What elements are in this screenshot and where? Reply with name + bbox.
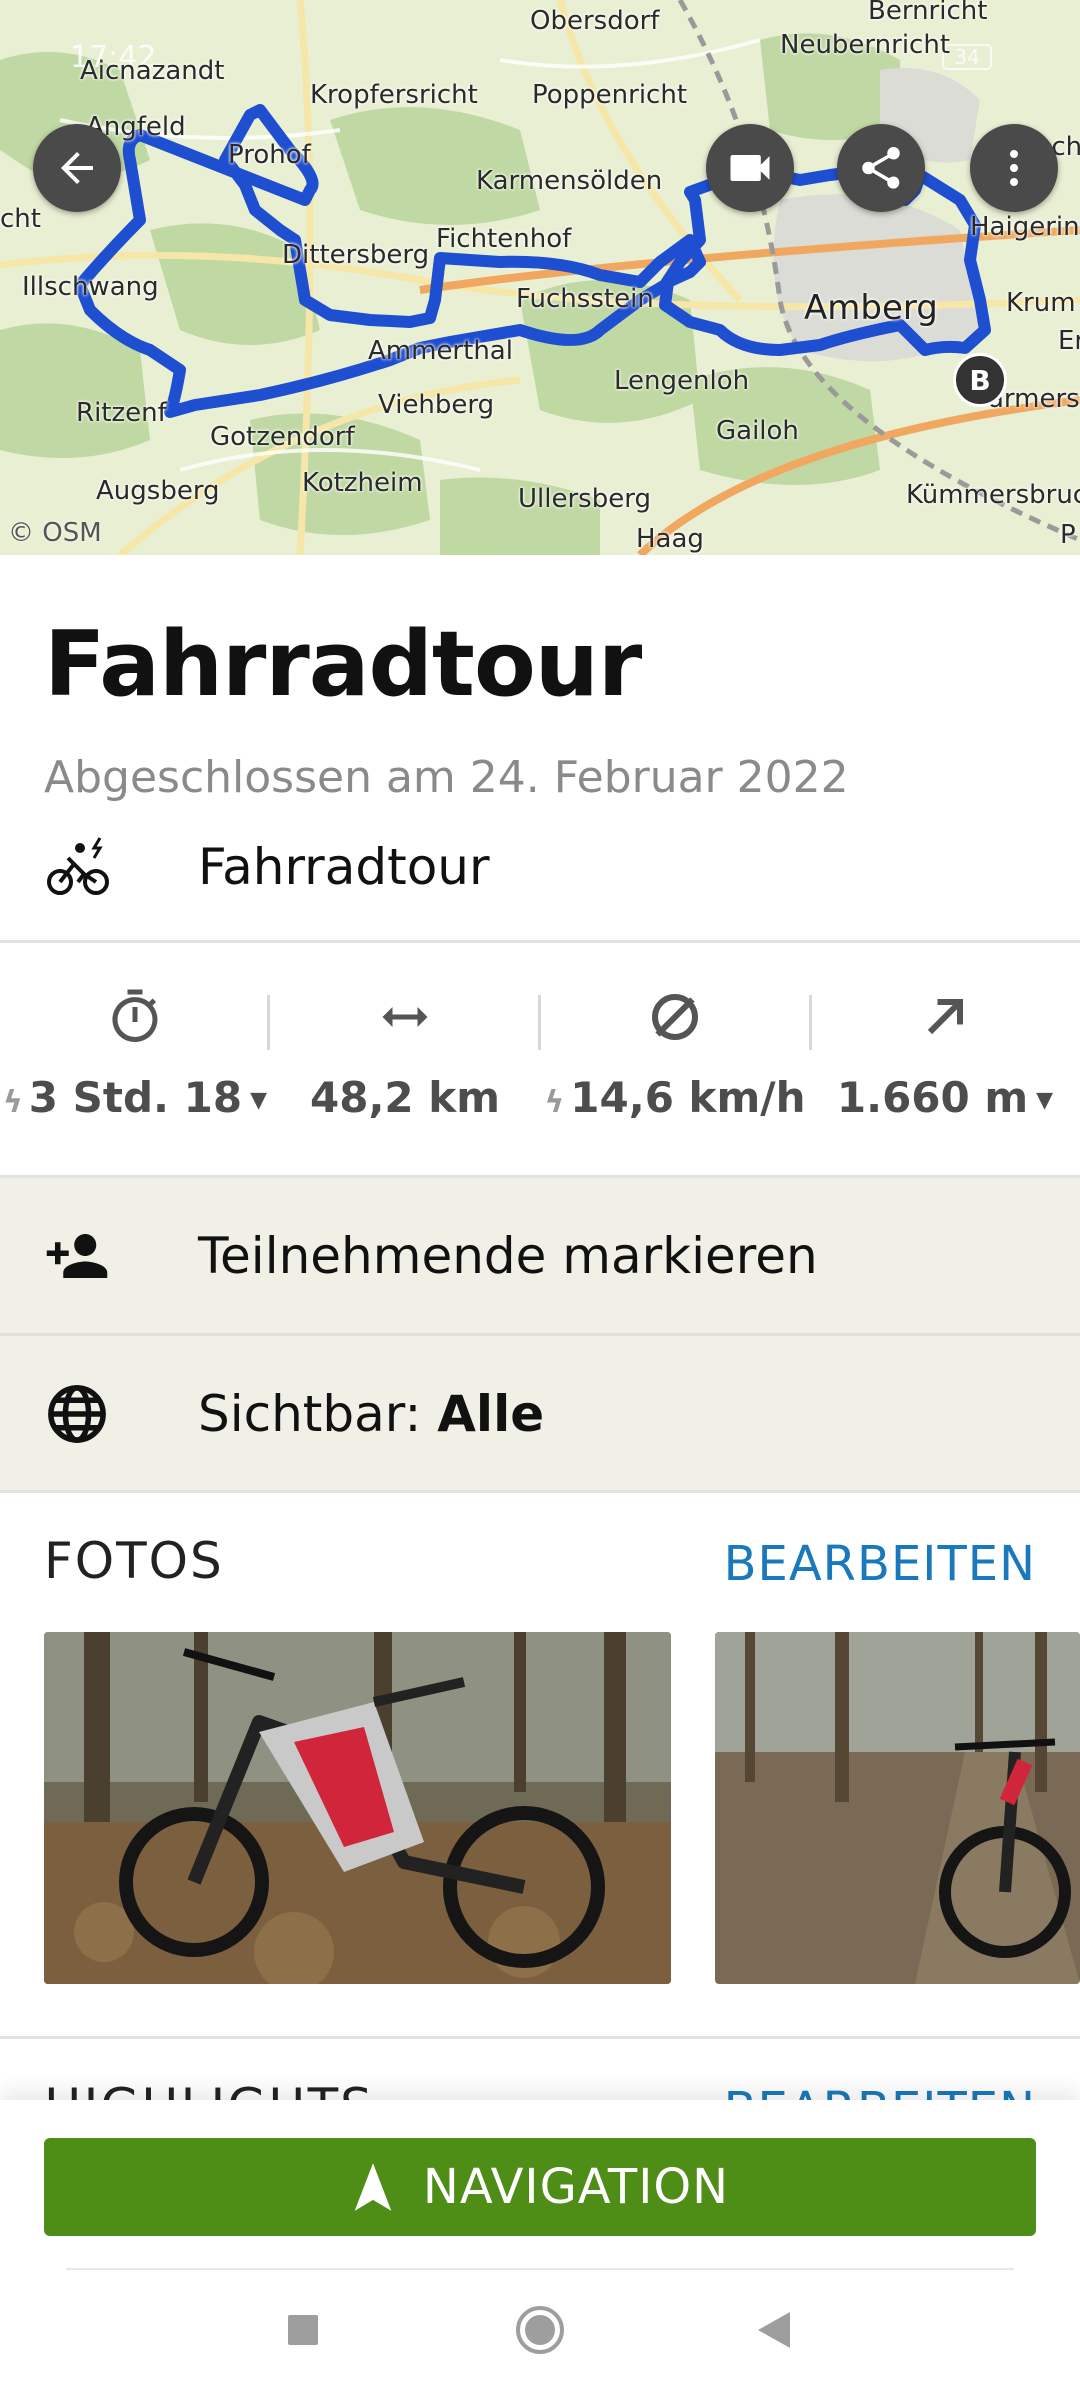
add-people-icon <box>46 1233 108 1278</box>
map-place-label: Obersdorf <box>530 6 660 36</box>
map-place-label: Viehberg <box>378 390 495 420</box>
sport-type-row[interactable]: Fahrradtour <box>44 832 490 902</box>
more-vertical-icon <box>1010 150 1018 186</box>
photo-forest-path <box>715 1632 1080 1984</box>
stat-duration-value: 3 Std. 18 <box>28 1073 243 1122</box>
divider <box>66 2268 1014 2270</box>
stat-distance: 48,2 km <box>270 945 540 1175</box>
map-place-label: Bernricht <box>868 0 988 26</box>
map-place-label: Er <box>1058 326 1080 356</box>
share-icon <box>862 146 900 189</box>
map-place-label: Fuchsstein <box>516 284 654 314</box>
back-button[interactable] <box>33 124 121 212</box>
ebike-icon <box>47 837 109 895</box>
navigation-arrow-icon <box>354 2163 392 2211</box>
stat-duration[interactable]: ϟ3 Std. 18 ▼ <box>0 945 270 1175</box>
stat-separator <box>538 995 541 1050</box>
stat-separator <box>267 995 270 1050</box>
sport-type-label: Fahrradtour <box>198 838 490 896</box>
stopwatch-icon <box>112 989 158 1043</box>
divider <box>0 940 1080 943</box>
map-place-label: Poppenricht <box>532 80 688 110</box>
map-place-label: Kümmersbruc <box>906 480 1080 510</box>
route-map[interactable]: 17:42 34 Obersdorf Bernricht Neubernrich… <box>0 0 1080 555</box>
visibility-row[interactable]: Sichtbar: Alle <box>0 1336 1080 1491</box>
map-place-label: Illschwang <box>22 272 159 302</box>
map-place-label: Fichtenhof <box>436 224 572 254</box>
stat-separator <box>809 995 812 1050</box>
tour-stats: ϟ3 Std. 18 ▼ 48,2 km ϟ 14,6 km/h 1.660 m ▼ <box>0 945 1080 1175</box>
distance-icon <box>382 1007 428 1027</box>
map-place-label: Ullersberg <box>518 484 651 514</box>
stat-speed: ϟ 14,6 km/h <box>540 945 810 1175</box>
navigation-button-label: NAVIGATION <box>422 2159 730 2215</box>
map-place-label: Kropfersricht <box>310 80 478 110</box>
map-place-label: Neubernricht <box>780 30 951 60</box>
system-recents-button[interactable] <box>273 2300 333 2360</box>
globe-icon <box>48 1384 106 1443</box>
divider <box>0 1490 1080 1493</box>
photo-ebike-forest <box>44 1632 671 1984</box>
map-place-label: Kotzheim <box>302 468 423 498</box>
video-button[interactable] <box>706 124 794 212</box>
system-home-button[interactable] <box>510 2300 570 2360</box>
map-place-label: Dittersberg <box>282 240 430 270</box>
system-back-button[interactable] <box>744 2300 804 2360</box>
map-place-label: Lengenloh <box>614 366 750 396</box>
map-place-label: cht <box>0 204 41 234</box>
map-place-label: Gailoh <box>716 416 799 446</box>
stat-distance-value: 48,2 km <box>310 1073 500 1122</box>
ascent-icon <box>927 999 963 1035</box>
divider <box>0 2036 1080 2039</box>
ebike-bolt-icon: ϟ <box>3 1085 23 1120</box>
photos-heading: FOTOS <box>44 1532 224 1590</box>
navigation-button[interactable]: NAVIGATION <box>44 2138 1036 2236</box>
map-attribution: © OSM <box>8 518 102 548</box>
map-place-label: Aicnazandt <box>80 56 225 86</box>
triangle-back-icon <box>758 2312 790 2348</box>
map-place-label: Prohof <box>228 140 311 170</box>
visibility-value: Alle <box>437 1384 545 1443</box>
chevron-down-icon: ▼ <box>250 1088 267 1113</box>
map-place-label: P <box>1060 520 1076 550</box>
map-place-label: Amberg <box>804 288 938 328</box>
map-place-label: Ammerthal <box>368 336 513 366</box>
map-place-label: Krum <box>1006 288 1076 318</box>
stat-speed-value: 14,6 km/h <box>570 1073 806 1122</box>
tag-participants-label: Teilnehmende markieren <box>198 1226 818 1285</box>
map-place-label: Augsberg <box>96 476 220 506</box>
tag-participants-row[interactable]: Teilnehmende markieren <box>0 1178 1080 1333</box>
share-button[interactable] <box>837 124 925 212</box>
stat-ascent-value: 1.660 m <box>836 1073 1029 1122</box>
map-place-label: Ritzenf <box>76 398 167 428</box>
tour-title[interactable]: Fahrradtour <box>44 612 642 717</box>
map-place-label: Gotzendorf <box>210 422 355 452</box>
map-place-label: Haigering <box>970 212 1080 242</box>
ebike-bolt-icon: ϟ <box>544 1085 565 1120</box>
more-button[interactable] <box>970 124 1058 212</box>
circle-icon <box>516 2306 564 2354</box>
map-place-label: Haag <box>636 524 704 554</box>
stat-ascent[interactable]: 1.660 m ▼ <box>810 945 1080 1175</box>
arrow-left-icon <box>61 152 93 184</box>
route-end-marker: B <box>953 353 1007 407</box>
square-icon <box>288 2315 318 2345</box>
completion-date: Abgeschlossen am 24. Februar 2022 <box>44 752 849 803</box>
tour-photo[interactable] <box>44 1632 671 1984</box>
chevron-down-icon: ▼ <box>1036 1088 1054 1113</box>
visibility-label: Sichtbar: <box>198 1384 422 1443</box>
photos-edit-button[interactable]: BEARBEITEN <box>724 1536 1036 1592</box>
tour-photo[interactable] <box>715 1632 1080 1984</box>
average-icon <box>652 994 698 1040</box>
video-camera-icon <box>730 155 770 181</box>
map-place-label: Karmensölden <box>476 166 663 196</box>
